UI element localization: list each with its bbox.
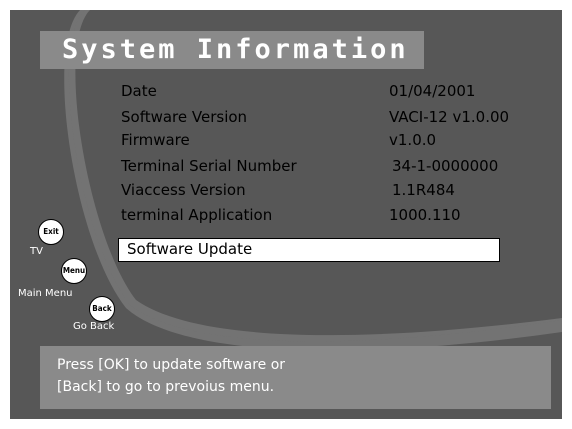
info-label: Viaccess Version	[121, 181, 246, 199]
info-value: VACI-12 v1.0.00	[389, 108, 510, 126]
back-key-label: Back	[92, 304, 112, 313]
exit-key-label: Exit	[43, 227, 59, 236]
exit-key-button[interactable]: Exit	[38, 219, 64, 245]
info-value: 34-1-0000000	[392, 157, 499, 175]
menu-key-caption: Main Menu	[18, 288, 73, 299]
page-title: System Information	[62, 34, 409, 65]
menu-key-label: Menu	[62, 266, 86, 275]
help-text-line-1: Press [OK] to update software or	[57, 357, 286, 373]
info-value: 1.1R484	[392, 181, 455, 199]
info-value: 1000.110	[389, 206, 461, 224]
back-key-caption: Go Back	[73, 321, 115, 332]
info-row-serial-number: Terminal Serial Number 34-1-0000000	[0, 154, 572, 178]
info-label: Software Version	[121, 108, 248, 126]
info-label: Date	[121, 82, 157, 100]
info-row-date: Date 01/04/2001	[0, 79, 572, 103]
tv-screen: System Information Date 01/04/2001 Softw…	[0, 0, 572, 429]
software-update-label: Software Update	[127, 240, 253, 258]
exit-key-caption: TV	[30, 246, 43, 257]
software-update-option[interactable]: Software Update	[118, 238, 500, 262]
info-label: Firmware	[121, 131, 190, 149]
menu-key-button[interactable]: Menu	[61, 258, 87, 284]
info-label: terminal Application	[121, 206, 273, 224]
info-row-viaccess-version: Viaccess Version 1.1R484	[0, 178, 572, 202]
info-row-firmware: Firmware v1.0.0	[0, 128, 572, 152]
info-label: Terminal Serial Number	[121, 157, 297, 175]
info-value: 01/04/2001	[389, 82, 476, 100]
info-row-software-version: Software Version VACI-12 v1.0.00	[0, 105, 572, 129]
help-text-line-2: [Back] to go to prevoius menu.	[57, 379, 275, 395]
back-key-button[interactable]: Back	[89, 296, 115, 322]
info-row-terminal-application: terminal Application 1000.110	[0, 203, 572, 227]
info-value: v1.0.0	[389, 131, 437, 149]
